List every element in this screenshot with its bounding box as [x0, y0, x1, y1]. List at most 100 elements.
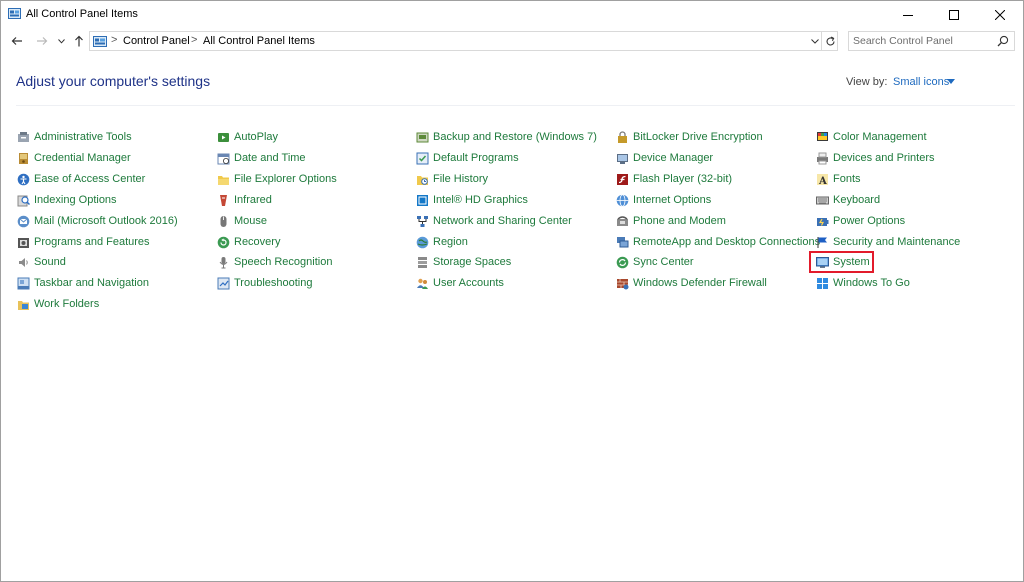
control-panel-item-label: RemoteApp and Desktop Connections — [633, 236, 821, 248]
user-accounts-icon — [417, 278, 428, 289]
fonts-icon: A — [817, 173, 828, 186]
breadcrumb-separator[interactable]: > — [111, 34, 117, 46]
security-maintenance-icon — [817, 236, 827, 248]
control-panel-item-label: Troubleshooting — [234, 277, 313, 289]
control-panel-item[interactable]: A Fonts — [816, 170, 861, 188]
windows-to-go-icon — [817, 277, 828, 289]
recovery-icon — [217, 236, 230, 248]
control-panel-item[interactable]: Default Programs — [416, 149, 519, 167]
control-panel-item[interactable]: Recovery — [217, 233, 280, 251]
control-panel-item[interactable]: Color Management — [816, 128, 927, 146]
minimize-button[interactable] — [885, 1, 931, 29]
control-panel-item-label: Intel® HD Graphics — [433, 194, 528, 206]
control-panel-item-label: Flash Player (32-bit) — [633, 173, 733, 185]
intel-graphics-icon — [417, 194, 428, 206]
control-panel-item-label: Infrared — [234, 194, 272, 206]
control-panel-item-label: Mail (Microsoft Outlook 2016) — [34, 215, 178, 227]
autoplay-icon — [218, 132, 229, 142]
speech-recognition-icon — [219, 256, 228, 268]
maximize-button[interactable] — [931, 1, 977, 29]
control-panel-item[interactable]: Windows To Go — [816, 274, 910, 292]
control-panel-item[interactable]: Date and Time — [217, 149, 306, 167]
control-panel-item[interactable]: Speech Recognition — [217, 253, 332, 271]
control-panel-item[interactable]: Taskbar and Navigation — [17, 274, 149, 292]
view-by-label: View by: — [846, 76, 888, 88]
control-panel-item[interactable]: Programs and Features — [17, 233, 150, 251]
control-panel-item-label: Phone and Modem — [633, 215, 726, 227]
control-panel-item[interactable]: Sound — [17, 253, 66, 271]
control-panel-item-label: User Accounts — [433, 277, 504, 289]
recent-locations-button[interactable] — [55, 31, 67, 51]
control-panel-item[interactable]: Troubleshooting — [217, 274, 312, 292]
search-input[interactable] — [853, 34, 993, 48]
control-panel-item[interactable]: Windows Defender Firewall — [616, 274, 767, 292]
sync-center-icon — [616, 256, 629, 268]
breadcrumb-control-panel[interactable]: Control Panel — [123, 35, 190, 47]
sound-icon — [19, 257, 28, 267]
control-panel-item[interactable]: Region — [416, 233, 468, 251]
control-panel-item[interactable]: File Explorer Options — [217, 170, 337, 188]
control-panel-item[interactable]: Work Folders — [17, 295, 99, 313]
date-time-icon — [217, 153, 230, 164]
control-panel-item[interactable]: File History — [416, 170, 488, 188]
control-panel-item-label: Speech Recognition — [234, 256, 333, 268]
control-panel-item-label: Ease of Access Center — [34, 173, 146, 185]
control-panel-item-label: Default Programs — [433, 152, 519, 164]
control-panel-item-label: Internet Options — [633, 194, 712, 206]
control-panel-item-label: Mouse — [234, 215, 268, 227]
control-panel-item-label: Backup and Restore (Windows 7) — [433, 131, 597, 143]
control-panel-item-label: Sound — [34, 256, 66, 268]
control-panel-item[interactable]: Administrative Tools — [17, 128, 132, 146]
address-bar[interactable]: > Control Panel > All Control Panel Item… — [89, 31, 838, 51]
control-panel-item[interactable]: Intel® HD Graphics — [416, 191, 528, 209]
control-panel-item[interactable]: Storage Spaces — [416, 253, 511, 271]
breadcrumb-separator[interactable]: > — [191, 34, 197, 46]
view-by-dropdown-arrow-icon[interactable] — [947, 79, 955, 84]
devices-printers-icon — [817, 152, 828, 164]
control-panel-item[interactable]: Network and Sharing Center — [416, 212, 572, 230]
search-box[interactable] — [848, 31, 1015, 51]
indexing-options-icon — [17, 195, 30, 206]
control-panel-item[interactable]: Power Options — [816, 212, 905, 230]
address-dropdown-button[interactable] — [808, 34, 822, 49]
view-by-dropdown[interactable]: Small icons — [893, 76, 949, 88]
control-panel-item[interactable]: Sync Center — [616, 253, 694, 271]
control-panel-item[interactable]: RemoteApp and Desktop Connections — [616, 233, 820, 251]
control-panel-item[interactable]: Security and Maintenance — [816, 233, 960, 251]
control-panel-item[interactable]: Credential Manager — [17, 149, 131, 167]
control-panel-item[interactable]: Mail (Microsoft Outlook 2016) — [17, 212, 178, 230]
close-button[interactable] — [977, 1, 1023, 29]
arrow-right-icon — [37, 37, 48, 45]
control-panel-item[interactable]: Devices and Printers — [816, 149, 935, 167]
back-button[interactable] — [8, 31, 26, 51]
control-panel-item[interactable]: Device Manager — [616, 149, 713, 167]
keyboard-icon — [816, 196, 829, 204]
control-panel-item[interactable]: Flash Player (32-bit) — [616, 170, 732, 188]
control-panel-item[interactable]: AutoPlay — [217, 128, 278, 146]
backup-restore-icon — [416, 132, 429, 142]
title-bar[interactable]: All Control Panel Items — [1, 1, 1023, 29]
control-panel-item[interactable]: Keyboard — [816, 191, 880, 209]
control-panel-item[interactable]: Ease of Access Center — [17, 170, 145, 188]
control-panel-item[interactable]: Infrared — [217, 191, 272, 209]
control-panel-item[interactable]: Indexing Options — [17, 191, 117, 209]
control-panel-item-label: Power Options — [833, 215, 906, 227]
control-panel-item[interactable]: Backup and Restore (Windows 7) — [416, 128, 597, 146]
control-panel-item[interactable]: Internet Options — [616, 191, 711, 209]
up-button[interactable] — [70, 31, 88, 51]
refresh-button[interactable] — [821, 32, 839, 50]
control-panel-item[interactable]: BitLocker Drive Encryption — [616, 128, 763, 146]
work-folders-icon — [18, 300, 29, 310]
forward-button[interactable] — [33, 31, 51, 51]
header-divider — [16, 105, 1015, 106]
chevron-down-icon — [57, 38, 65, 44]
search-icon[interactable] — [997, 35, 1009, 47]
control-panel-item[interactable]: Mouse — [217, 212, 267, 230]
control-panel-item-label: Region — [433, 236, 468, 248]
control-panel-item[interactable]: Phone and Modem — [616, 212, 726, 230]
control-panel-item-label: Security and Maintenance — [833, 236, 961, 248]
network-icon — [417, 215, 428, 227]
breadcrumb-all-items[interactable]: All Control Panel Items — [203, 35, 315, 47]
control-panel-item[interactable]: User Accounts — [416, 274, 504, 292]
highlight-box — [809, 251, 874, 273]
